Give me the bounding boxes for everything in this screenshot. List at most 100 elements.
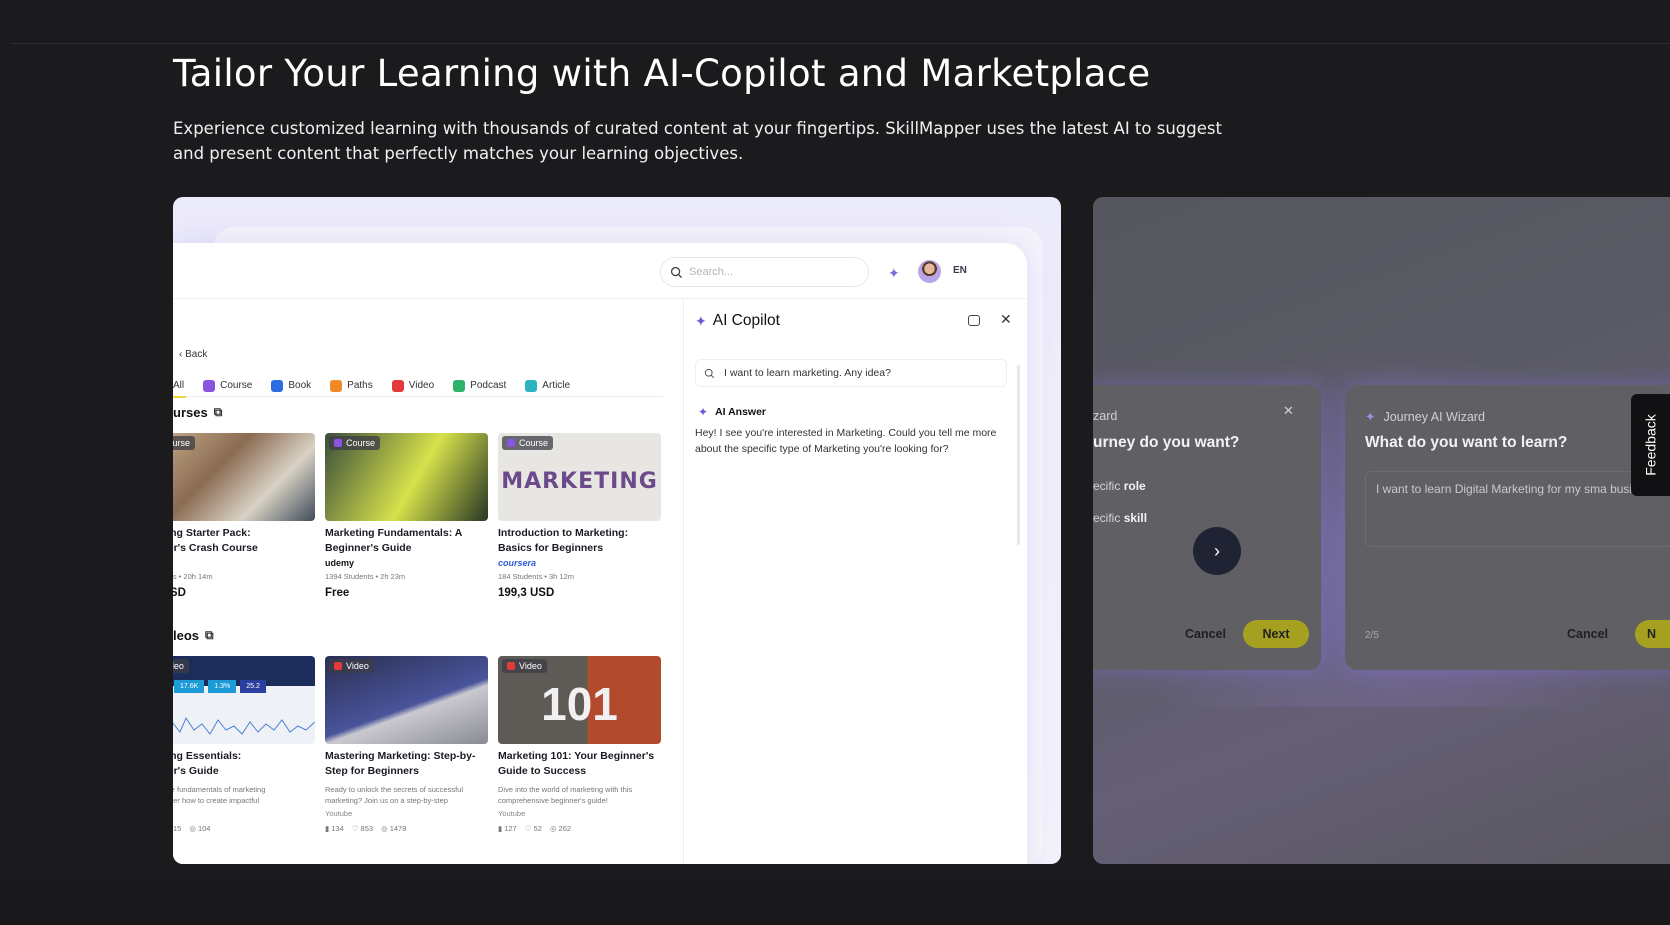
videos-heading[interactable]: leos ⧉ <box>173 628 214 643</box>
learning-goal-input[interactable]: I want to learn Digital Marketing for my… <box>1365 471 1670 547</box>
carousel-next-button[interactable]: › <box>1193 527 1241 575</box>
eye-icon: ◎ <box>381 824 390 833</box>
video-card[interactable]: 17.6K 1.3% 25.2 Video keting Essentials:… <box>173 656 315 833</box>
video-title: keting Essentials: inner's Guide <box>173 750 242 777</box>
wizard-label-text: Journey AI Wizard <box>1383 409 1485 424</box>
cancel-button[interactable]: Cancel <box>1567 627 1608 641</box>
course-price: 199,3 USD <box>498 587 555 599</box>
tab-podcast[interactable]: Podcast <box>453 375 506 397</box>
course-card[interactable]: Course Marketing Fundamentals: A Beginne… <box>325 433 488 599</box>
app-window: Search... ✦ EN ‹ Back All Course Book Pa… <box>173 243 1027 864</box>
video-thumbnail: Video <box>325 656 488 744</box>
badge-text: Course <box>346 438 376 448</box>
avatar[interactable] <box>918 260 941 283</box>
paths-icon <box>330 379 343 392</box>
answer-text: Hey! I see you're interested in Marketin… <box>695 427 997 455</box>
carousel-slide-marketplace[interactable]: Search... ✦ EN ‹ Back All Course Book Pa… <box>173 197 1061 864</box>
tab-label: Book <box>288 380 312 391</box>
video-icon <box>391 379 404 392</box>
wizard-question: urney do you want? <box>1093 434 1240 451</box>
next-button[interactable]: N <box>1635 620 1670 648</box>
wizard-card-right: ✦ Journey AI Wizard What do you want to l… <box>1345 385 1670 670</box>
language-selector[interactable]: EN <box>953 265 967 276</box>
option-bold: skill <box>1123 511 1148 525</box>
tab-book[interactable]: Book <box>271 375 311 397</box>
close-icon[interactable]: ✕ <box>1283 403 1294 419</box>
bookmark-count: ▮ 127 <box>498 824 517 833</box>
thumbnail-text: MARKETING <box>501 468 658 494</box>
badge-text: Course <box>519 438 549 448</box>
courses-heading[interactable]: urses ⧉ <box>173 405 222 420</box>
ai-sparkle-icon[interactable]: ✦ <box>888 265 900 282</box>
video-description: Dive into the world of marketing with th… <box>498 785 633 805</box>
back-link[interactable]: ‹ Back <box>179 349 207 360</box>
tab-paths[interactable]: Paths <box>330 375 373 397</box>
type-badge: Course <box>173 436 196 450</box>
course-thumbnail: Course <box>173 433 315 521</box>
search-icon <box>704 368 715 378</box>
course-card[interactable]: Course keting Starter Pack: inner's Cras… <box>173 433 315 599</box>
feedback-tab[interactable]: Feedback <box>1631 394 1670 496</box>
tab-video[interactable]: Video <box>391 375 434 397</box>
view-value: 262 <box>558 824 572 833</box>
external-link-icon: ⧉ <box>213 405 223 419</box>
like-value: 853 <box>360 824 374 833</box>
like-value: 52 <box>533 824 542 833</box>
copilot-title: AI Copilot <box>712 312 780 329</box>
answer-label: ✦ AI Answer <box>698 405 766 419</box>
thumbnail-text: 101 <box>541 678 618 730</box>
group-title-text: leos <box>173 628 200 643</box>
like-count: ♡ 52 <box>525 824 542 833</box>
badge-text: Video <box>346 661 369 671</box>
question-text: I want to learn marketing. Any idea? <box>724 367 891 379</box>
wizard-label: ✦ Journey AI Wizard <box>1365 409 1485 425</box>
course-thumbnail: Course MARKETING <box>498 433 661 521</box>
dashboard-values: 17.6K 1.3% 25.2 <box>174 680 266 693</box>
tab-label: Article <box>542 380 571 391</box>
chevron-right-icon: › <box>1214 540 1220 561</box>
wizard-question: What do you want to learn? <box>1365 434 1568 451</box>
tab-article[interactable]: Article <box>525 375 570 397</box>
heart-icon: ♡ <box>351 824 361 833</box>
type-badge: Course <box>502 436 554 450</box>
like-count: ♡ 853 <box>352 824 373 833</box>
option-role[interactable]: ecific role <box>1093 479 1146 493</box>
type-badge: Video <box>329 659 374 673</box>
video-icon <box>334 662 342 670</box>
course-provider: my <box>173 558 315 568</box>
bookmark-value: 127 <box>504 824 517 833</box>
next-button[interactable]: Next <box>1243 620 1309 648</box>
course-provider: udemy <box>325 558 355 568</box>
section-title: Tailor Your Learning with AI-Copilot and… <box>173 52 1151 95</box>
cancel-button[interactable]: Cancel <box>1185 627 1226 641</box>
carousel-slide-wizard[interactable]: zard ✕ urney do you want? ecific role ec… <box>1093 197 1670 864</box>
video-card[interactable]: Video 101 Marketing 101: Your Beginner's… <box>498 656 661 833</box>
view-count: ◎ 104 <box>189 824 210 833</box>
video-description: ver the fundamentals of marketing discov… <box>173 785 266 805</box>
tab-all[interactable]: All <box>173 375 187 398</box>
copilot-question[interactable]: I want to learn marketing. Any idea? <box>695 359 1007 387</box>
course-meta: 184 Students • 3h 12m <box>498 572 575 581</box>
tab-label: All <box>173 380 185 391</box>
tab-course[interactable]: Course <box>203 375 252 397</box>
video-title: Marketing 101: Your Beginner's Guide to … <box>498 750 655 777</box>
badge-text: Video <box>519 661 542 671</box>
video-card[interactable]: Video Mastering Marketing: Step-by-Step … <box>325 656 488 833</box>
course-card[interactable]: Course MARKETING Introduction to Marketi… <box>498 433 661 599</box>
type-badge: Video <box>502 659 547 673</box>
view-value: 104 <box>197 824 211 833</box>
scrollbar[interactable] <box>1017 365 1020 545</box>
option-skill[interactable]: ecific skill <box>1093 511 1147 525</box>
video-source: Youtube <box>498 809 526 818</box>
option-bold: role <box>1123 479 1146 493</box>
minimize-icon[interactable] <box>968 315 980 326</box>
course-meta: 1394 Students • 2h 23m <box>325 572 406 581</box>
video-stats: ▮ 134 ♡ 853 ◎ 1478 <box>325 824 488 833</box>
close-icon[interactable]: ✕ <box>1000 311 1012 328</box>
eye-icon: ◎ <box>549 824 559 833</box>
line-graph-icon <box>173 716 315 735</box>
video-description: Ready to unlock the secrets of successfu… <box>325 785 463 805</box>
answer-label-text: AI Answer <box>715 406 767 418</box>
search-input[interactable]: Search... <box>660 257 869 287</box>
podcast-icon <box>453 379 466 392</box>
